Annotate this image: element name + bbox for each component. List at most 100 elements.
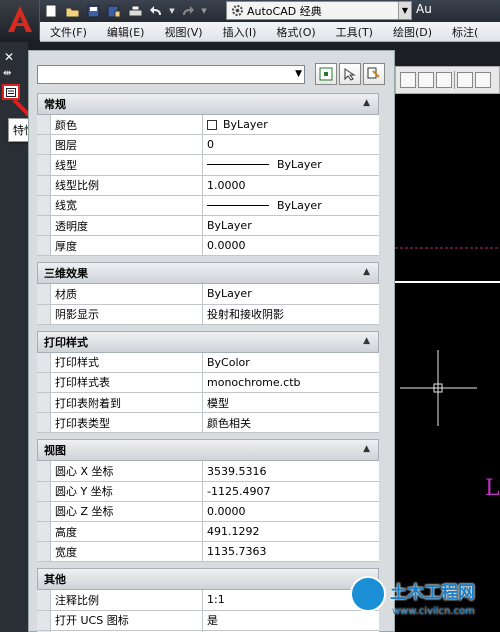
property-row[interactable]: 线型比例 1.0000	[37, 175, 379, 196]
menu-draw[interactable]: 绘图(D)	[383, 24, 442, 40]
menu-tools[interactable]: 工具(T)	[326, 24, 383, 40]
undo-dropdown-icon[interactable]: ▼	[168, 2, 176, 20]
property-row[interactable]: 打开 UCS 图标是	[37, 610, 379, 631]
menu-edit[interactable]: 编辑(E)	[97, 24, 155, 40]
property-row[interactable]: 宽度 1135.7363	[37, 542, 379, 563]
section-plot-style[interactable]: 打印样式 ▲	[37, 330, 379, 353]
chevron-up-icon: ▲	[363, 98, 370, 108]
section-view[interactable]: 视图 ▲	[37, 439, 379, 462]
workspace-select[interactable]: AutoCAD 经典 ▼	[226, 1, 412, 20]
chevron-up-icon: ▲	[363, 444, 370, 455]
auto-hide-icon[interactable]: ⇹	[3, 68, 11, 79]
canvas-graphics	[395, 247, 500, 426]
watermark: 土木工程网 www.civilcn.com	[350, 574, 500, 632]
properties-toolbar-icon[interactable]	[457, 72, 473, 88]
gear-icon	[232, 5, 243, 16]
watermark-name: 土木工程网	[390, 583, 475, 603]
redo-dropdown-icon[interactable]: ▼	[200, 2, 208, 20]
property-value: 1135.7363	[207, 545, 267, 559]
property-row[interactable]: 透明度 ByLayer	[37, 215, 379, 237]
property-row[interactable]: 阴影显示 投射和接收阴影	[37, 304, 379, 325]
property-key: 圆心 Y 坐标	[51, 481, 203, 501]
zoom-previous-icon[interactable]	[418, 72, 434, 88]
undo-icon[interactable]	[147, 2, 165, 20]
window-title-fragment: Au	[416, 2, 432, 16]
save-icon[interactable]	[84, 2, 102, 20]
color-swatch-icon	[207, 119, 217, 130]
property-row[interactable]: 打印表类型 颜色相关	[37, 413, 379, 434]
section-title: 打印样式	[44, 335, 88, 349]
watermark-logo-icon	[350, 576, 386, 612]
close-icon[interactable]: ✕	[4, 50, 14, 64]
palette-scrollbar[interactable]	[381, 93, 393, 631]
property-value: 491.1292	[207, 525, 260, 539]
property-row[interactable]: 厚度 0.0000	[37, 236, 379, 257]
redo-icon[interactable]	[179, 2, 197, 20]
zoom-window-icon[interactable]	[400, 72, 416, 88]
property-key: 图层	[51, 135, 203, 155]
property-row[interactable]: 打印表附着到 模型	[37, 393, 379, 414]
palette-header: ▼	[37, 63, 387, 87]
toggle-pickadd-button[interactable]	[315, 63, 337, 85]
menu-file[interactable]: 文件(F)	[40, 24, 97, 40]
design-center-icon[interactable]	[475, 72, 491, 88]
property-key: 打印样式	[51, 352, 203, 372]
menu-view[interactable]: 视图(V)	[154, 24, 212, 40]
section-title: 常规	[44, 98, 66, 111]
property-key: 打印表附着到	[51, 393, 203, 413]
pickadd-icon	[319, 67, 333, 81]
quick-select-button[interactable]	[363, 63, 385, 85]
property-row[interactable]: 线型 ByLayer	[37, 155, 379, 176]
property-row[interactable]: 线宽 ByLayer	[37, 195, 379, 216]
property-value: ByLayer	[223, 118, 268, 132]
property-value: ByLayer	[207, 287, 252, 301]
new-file-icon[interactable]	[42, 2, 60, 20]
drawing-canvas[interactable]: L	[395, 94, 500, 632]
property-row[interactable]: 圆心 Z 坐标 0.0000	[37, 501, 379, 522]
section-3d-effects[interactable]: 三维效果 ▲	[37, 262, 379, 285]
property-value: 0.0000	[207, 239, 246, 253]
chevron-up-icon: ▲	[363, 335, 370, 346]
property-key: 厚度	[51, 236, 203, 256]
property-value: 颜色相关	[207, 416, 251, 430]
property-row[interactable]: 颜色 ByLayer	[37, 115, 379, 136]
chevron-down-icon[interactable]: ▼	[398, 2, 411, 19]
properties-icon	[6, 87, 16, 97]
property-row[interactable]: 图层 0	[37, 135, 379, 156]
property-value: ByLayer	[277, 198, 322, 212]
property-key: 圆心 Z 坐标	[51, 501, 203, 521]
property-key: 打印表类型	[51, 413, 203, 433]
property-row[interactable]: 打印样式表 monochrome.ctb	[37, 372, 379, 394]
property-row[interactable]: 圆心 X 坐标 3539.5316	[37, 461, 379, 482]
open-folder-icon[interactable]	[63, 2, 81, 20]
menu-dimension[interactable]: 标注(	[442, 24, 488, 40]
property-row[interactable]: 圆心 Y 坐标 -1125.4907	[37, 481, 379, 502]
select-objects-icon	[344, 68, 356, 81]
property-value: ByLayer	[207, 219, 252, 233]
chevron-down-icon: ▼	[295, 69, 302, 79]
toolbar-divider	[454, 71, 455, 89]
print-icon[interactable]	[126, 2, 144, 20]
object-type-select[interactable]: ▼	[37, 65, 305, 84]
save-as-icon[interactable]	[105, 2, 123, 20]
autocad-app-button[interactable]	[0, 0, 40, 40]
property-row[interactable]: 打印样式 ByColor	[37, 352, 379, 373]
menu-insert[interactable]: 插入(I)	[213, 24, 267, 40]
watermark-url: www.civilcn.com	[392, 606, 475, 617]
section-misc[interactable]: 其他	[37, 568, 379, 591]
chevron-up-icon: ▲	[363, 267, 370, 278]
property-key: 注释比例	[51, 590, 203, 610]
zoom-realtime-icon[interactable]	[436, 72, 452, 88]
section-general[interactable]: 常规 ▲	[37, 93, 379, 115]
property-row[interactable]: 材质 ByLayer	[37, 284, 379, 305]
property-value: 3539.5316	[207, 464, 267, 478]
property-value: monochrome.ctb	[207, 375, 301, 389]
property-key: 圆心 X 坐标	[51, 461, 203, 481]
menu-format[interactable]: 格式(O)	[266, 24, 325, 40]
property-key: 高度	[51, 522, 203, 542]
property-row[interactable]: 注释比例 1:1	[37, 590, 379, 611]
property-value: -1125.4907	[207, 484, 271, 498]
quick-select-icon	[367, 67, 380, 79]
select-objects-button[interactable]	[339, 63, 361, 85]
property-row[interactable]: 高度 491.1292	[37, 522, 379, 543]
